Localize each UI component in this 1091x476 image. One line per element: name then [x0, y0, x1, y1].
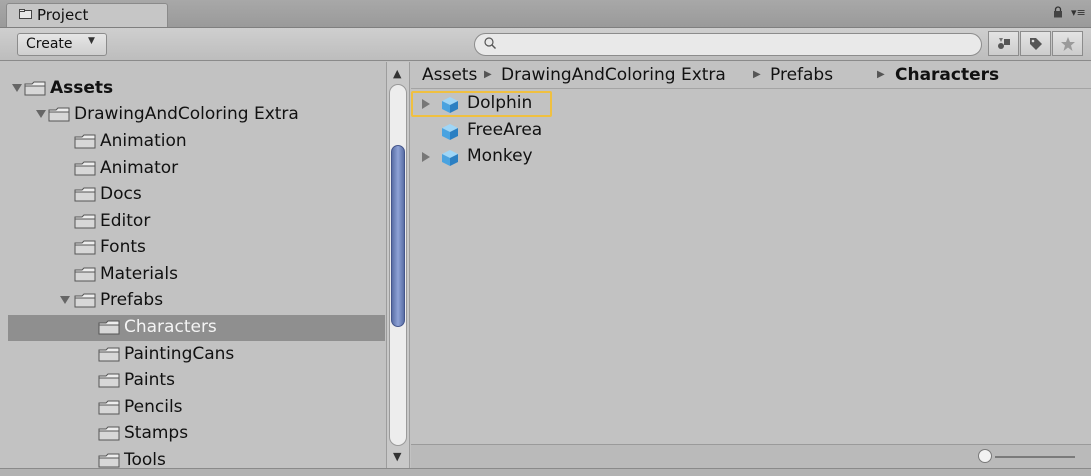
- folder-icon: [48, 107, 70, 122]
- scroll-track[interactable]: [389, 84, 407, 446]
- panel-menu-icon[interactable]: ▾≡: [1071, 7, 1086, 18]
- folder-icon: [74, 267, 96, 282]
- tree-item-docs[interactable]: Docs: [8, 182, 385, 208]
- tree-item-label: Characters: [124, 317, 217, 337]
- tree-item-fonts[interactable]: Fonts: [8, 235, 385, 261]
- expand-arrow-icon[interactable]: [12, 83, 22, 93]
- breadcrumb-item[interactable]: DrawingAndColoring Extra: [501, 65, 726, 85]
- asset-list-pane: Assets ▶ DrawingAndColoring Extra ▶ Pref…: [411, 62, 1091, 444]
- tree-item-label: Stamps: [124, 423, 189, 443]
- tree-item-stamps[interactable]: Stamps: [8, 421, 385, 447]
- zoom-slider-thumb[interactable]: [978, 449, 992, 463]
- tree-item-animation[interactable]: Animation: [8, 129, 385, 155]
- asset-item-monkey[interactable]: Monkey: [411, 144, 1091, 170]
- tree-item-label: Docs: [100, 184, 142, 204]
- tab-label: Project: [37, 6, 89, 24]
- asset-label: Dolphin: [467, 93, 533, 113]
- tree-item-label: Tools: [124, 450, 166, 468]
- scroll-up-arrow-icon[interactable]: ▲: [393, 67, 401, 80]
- expand-arrow-icon[interactable]: [60, 295, 70, 305]
- tree-item-label: Animator: [100, 158, 179, 178]
- lock-icon[interactable]: [1053, 6, 1063, 18]
- create-button[interactable]: Create ▼: [17, 33, 107, 56]
- scroll-down-arrow-icon[interactable]: ▼: [393, 450, 401, 463]
- tree-scrollbar[interactable]: ▲ ▼: [386, 62, 410, 468]
- tree-item-materials[interactable]: Materials: [8, 262, 385, 288]
- tree-item-label: Paints: [124, 370, 175, 390]
- breadcrumb-separator-icon: ▶: [877, 69, 885, 80]
- toolbar: Create ▼: [0, 28, 1091, 61]
- asset-item-dolphin[interactable]: Dolphin: [411, 91, 1091, 117]
- filter-by-type-icon: [998, 38, 1010, 49]
- folder-icon: [98, 453, 120, 468]
- tree-item-label: PaintingCans: [124, 344, 235, 364]
- breadcrumb-separator-icon: ▶: [753, 69, 761, 80]
- folder-icon: [74, 293, 96, 308]
- prefab-cube-icon: [442, 150, 458, 166]
- folder-icon: [98, 426, 120, 441]
- tree-item-label: Fonts: [100, 237, 146, 257]
- expand-arrow-icon[interactable]: [421, 152, 431, 162]
- folder-icon: [98, 373, 120, 388]
- tree-item-pencils[interactable]: Pencils: [8, 395, 385, 421]
- zoom-slider-track[interactable]: [995, 456, 1075, 458]
- folder-icon: [19, 9, 32, 19]
- prefab-cube-icon: [442, 124, 458, 140]
- asset-item-freearea[interactable]: FreeArea: [411, 118, 1091, 144]
- tree-item-label: DrawingAndColoring Extra: [74, 104, 299, 124]
- search-by-label-button[interactable]: [1020, 31, 1051, 56]
- expand-arrow-icon[interactable]: [421, 99, 431, 109]
- scroll-thumb[interactable]: [391, 145, 405, 327]
- folder-icon: [74, 161, 96, 176]
- folder-icon: [74, 134, 96, 149]
- tree-item-assets[interactable]: Assets: [8, 76, 385, 102]
- tree-item-label: Assets: [50, 78, 114, 98]
- tab-project[interactable]: Project: [6, 3, 168, 27]
- star-icon: [1061, 37, 1075, 51]
- search-icon: [484, 37, 496, 49]
- asset-label: FreeArea: [467, 120, 543, 140]
- breadcrumb-separator-icon: ▶: [484, 69, 492, 80]
- breadcrumb-item-current[interactable]: Characters: [895, 65, 999, 85]
- folder-tree: Assets DrawingAndColoring Extra Animatio…: [8, 62, 385, 468]
- folder-icon: [74, 214, 96, 229]
- tree-item-paints[interactable]: Paints: [8, 368, 385, 394]
- window-titlebar: Project ▾≡: [0, 0, 1091, 28]
- folder-icon: [74, 187, 96, 202]
- prefab-cube-icon: [442, 97, 458, 113]
- tree-item-animator[interactable]: Animator: [8, 156, 385, 182]
- folder-icon: [24, 81, 46, 96]
- tag-icon: [1030, 38, 1042, 50]
- tree-item-label: Prefabs: [100, 290, 164, 310]
- tree-item-label: Editor: [100, 211, 151, 231]
- tree-item-label: Materials: [100, 264, 178, 284]
- tree-item-drawingandcoloring-extra[interactable]: DrawingAndColoring Extra: [8, 102, 385, 128]
- expand-arrow-icon[interactable]: [36, 109, 46, 119]
- tree-item-label: Pencils: [124, 397, 183, 417]
- search-input[interactable]: [474, 33, 982, 56]
- asset-pane-footer: [411, 444, 1091, 468]
- folder-icon: [74, 240, 96, 255]
- folder-icon: [98, 400, 120, 415]
- folder-icon: [98, 347, 120, 362]
- favorites-button[interactable]: [1052, 31, 1083, 56]
- breadcrumb: Assets ▶ DrawingAndColoring Extra ▶ Pref…: [411, 62, 1091, 89]
- breadcrumb-item[interactable]: Prefabs: [770, 65, 833, 85]
- tree-item-label: Animation: [100, 131, 187, 151]
- dropdown-arrow-icon: ▼: [88, 36, 95, 46]
- asset-label: Monkey: [467, 146, 533, 166]
- tree-item-editor[interactable]: Editor: [8, 209, 385, 235]
- search-by-type-button[interactable]: [988, 31, 1019, 56]
- tree-item-prefabs[interactable]: Prefabs: [8, 288, 385, 314]
- tree-item-tools[interactable]: Tools: [8, 448, 385, 468]
- tree-item-paintingcans[interactable]: PaintingCans: [8, 342, 385, 368]
- create-label: Create: [26, 36, 73, 52]
- folder-icon: [98, 320, 120, 335]
- breadcrumb-item[interactable]: Assets: [422, 65, 477, 85]
- tree-item-characters[interactable]: Characters: [8, 315, 385, 341]
